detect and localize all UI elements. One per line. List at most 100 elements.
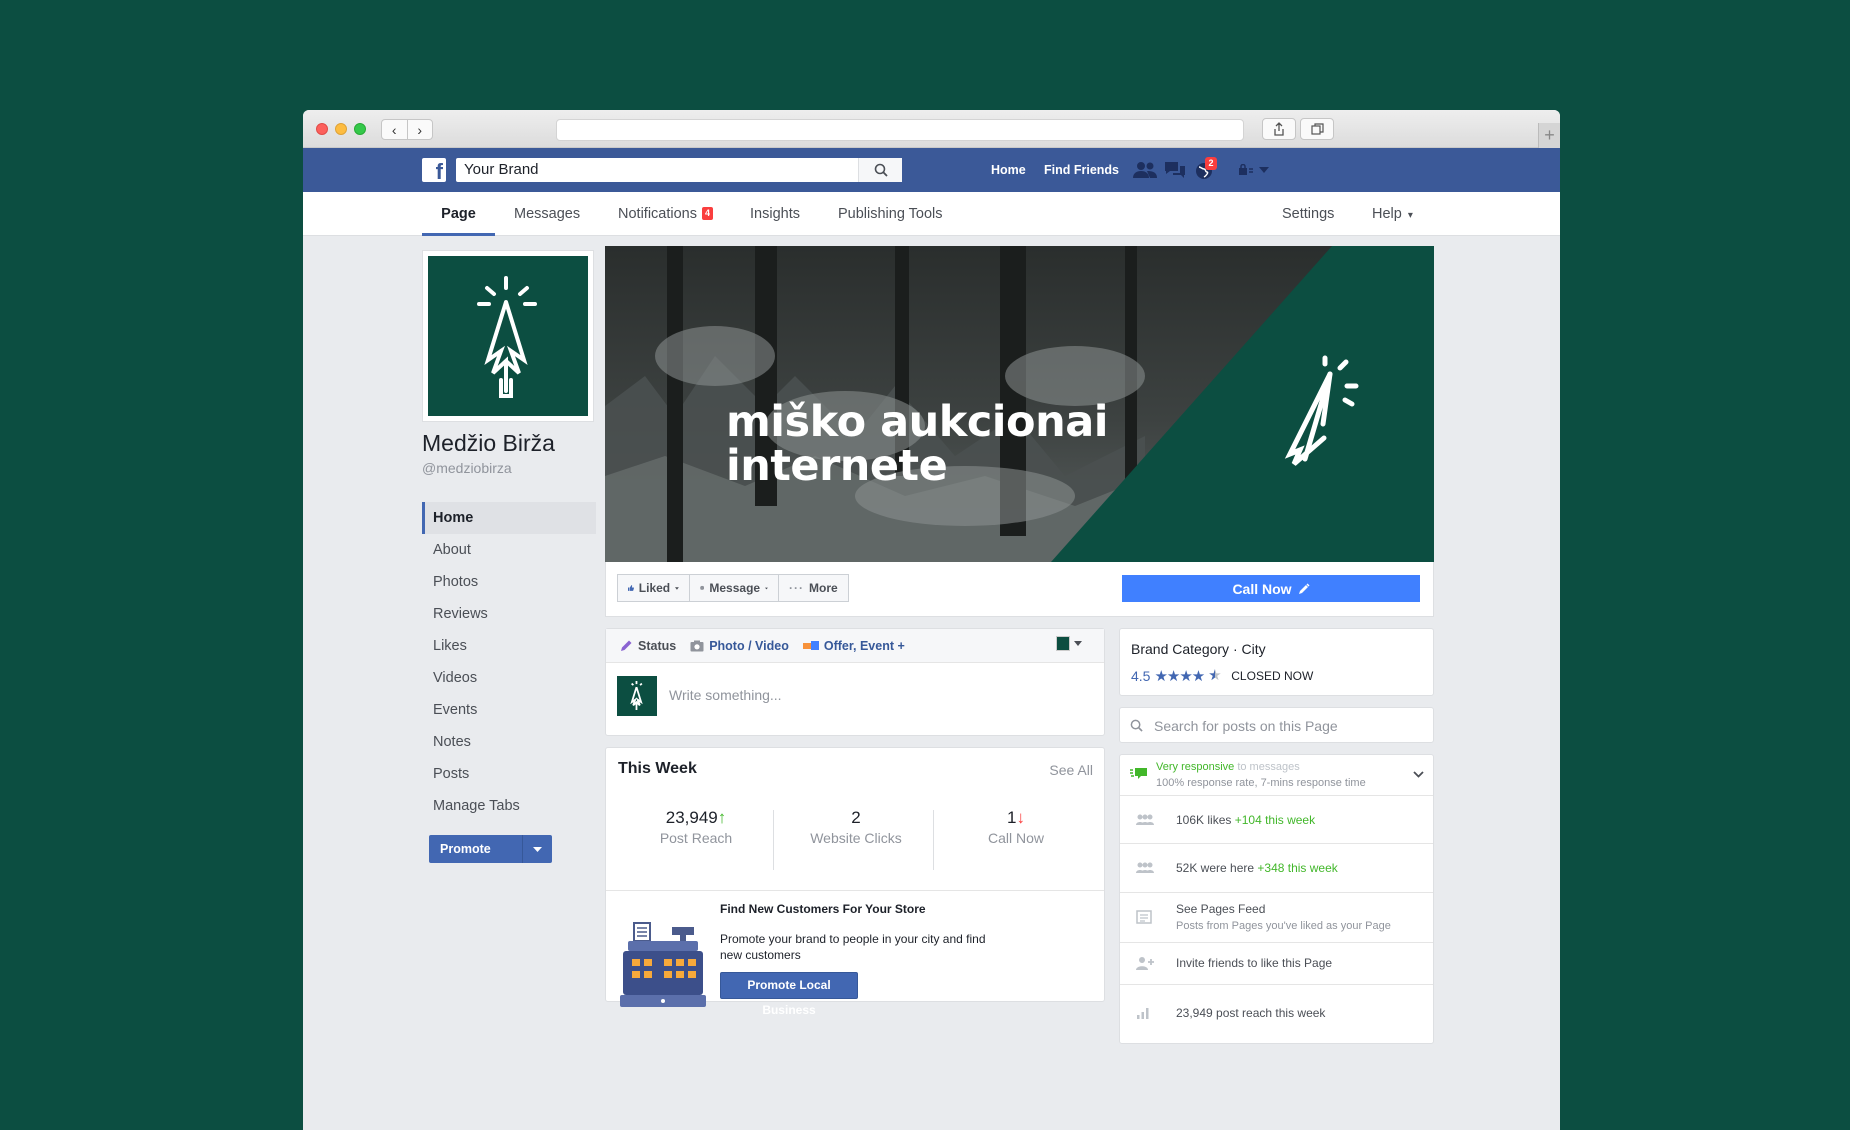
- address-bar[interactable]: [556, 119, 1244, 141]
- stat-divider: [933, 810, 934, 870]
- left-nav-reviews[interactable]: Reviews: [422, 598, 596, 630]
- facebook-topbar: f Your Brand Home Find Friends 2: [303, 148, 1560, 192]
- checkins-row[interactable]: 52K were here +348 this week: [1120, 843, 1433, 892]
- composer-status-label: Status: [638, 638, 677, 653]
- add-friend-icon: [1136, 957, 1154, 970]
- share-icon: [1274, 122, 1284, 136]
- city: City: [1241, 641, 1266, 657]
- left-nav-about[interactable]: About: [422, 534, 596, 566]
- promo-section: Find New Customers For Your Store Promot…: [606, 890, 1104, 1017]
- composer-photo-video-tab[interactable]: Photo / Video: [690, 639, 789, 653]
- tab-notifications[interactable]: Notifications 4: [618, 192, 714, 236]
- tab-help[interactable]: Help ▾: [1372, 192, 1413, 236]
- chevron-down-icon[interactable]: [1413, 771, 1424, 778]
- composer-photo-video-label: Photo / Video: [709, 638, 789, 653]
- likes-delta: +104 this week: [1234, 813, 1316, 827]
- tab-page[interactable]: Page: [422, 192, 495, 236]
- page-post-search[interactable]: Search for posts on this Page: [1119, 707, 1434, 743]
- composer-input[interactable]: Write something...: [669, 687, 782, 703]
- left-nav-notes[interactable]: Notes: [422, 726, 596, 758]
- separator-dot: ·: [1232, 641, 1238, 657]
- privacy-shortcuts-icon[interactable]: [1238, 164, 1254, 176]
- thumbs-up-icon: [628, 585, 634, 591]
- call-now-button[interactable]: Call Now: [1122, 575, 1420, 602]
- minimize-window-button[interactable]: [335, 123, 347, 135]
- people-icon: [1136, 814, 1154, 825]
- pages-feed-title: See Pages Feed: [1176, 902, 1266, 916]
- more-button[interactable]: ··· More: [778, 574, 849, 602]
- people-icon: [1136, 862, 1154, 873]
- liked-button[interactable]: Liked: [617, 574, 690, 602]
- stat-post-reach[interactable]: 23,949↑ Post Reach: [616, 808, 776, 846]
- cover-action-bar: Liked Message ··· More Call Now: [605, 562, 1434, 617]
- promote-button[interactable]: Promote: [429, 835, 552, 863]
- tab-insights[interactable]: Insights: [750, 192, 800, 236]
- caret-down-icon: [1074, 641, 1082, 646]
- tab-settings[interactable]: Settings: [1282, 192, 1334, 236]
- message-button[interactable]: Message: [689, 574, 779, 602]
- rating-line[interactable]: 4.5 ★★★★ ★ ★ CLOSED NOW: [1131, 667, 1313, 685]
- nav-home-link[interactable]: Home: [991, 148, 1026, 192]
- checkins-count: 52K were here: [1176, 861, 1255, 875]
- left-nav-home[interactable]: Home: [422, 502, 596, 534]
- responsive-label: Very responsive: [1156, 761, 1235, 773]
- post-as-selector[interactable]: [1056, 636, 1082, 651]
- left-nav-likes[interactable]: Likes: [422, 630, 596, 662]
- notifications-tab-badge: 4: [702, 207, 714, 220]
- messages-icon[interactable]: [1164, 161, 1186, 179]
- account-menu-chevron-down-icon[interactable]: [1259, 167, 1269, 173]
- likes-count: 106K likes: [1176, 813, 1232, 827]
- left-nav-events[interactable]: Events: [422, 694, 596, 726]
- brand-tree-cursor-icon: [477, 275, 537, 398]
- facebook-logo-icon[interactable]: f: [422, 158, 446, 182]
- new-tab-icon[interactable]: +: [1538, 123, 1560, 148]
- stat-website-clicks-value: 2: [851, 808, 861, 827]
- tab-messages[interactable]: Messages: [514, 192, 580, 236]
- trend-up-arrow-icon: ↑: [717, 808, 727, 827]
- trend-down-arrow-icon: ↓: [1016, 808, 1025, 827]
- stat-website-clicks[interactable]: 2 Website Clicks: [776, 808, 936, 846]
- composer-status-tab[interactable]: Status: [620, 639, 676, 653]
- responsiveness-row[interactable]: Very responsive to messages 100% respons…: [1120, 755, 1433, 795]
- brand-tree-cursor-icon: [630, 681, 643, 710]
- pages-feed-row[interactable]: See Pages Feed Posts from Pages you've l…: [1120, 892, 1433, 942]
- tab-publishing-tools[interactable]: Publishing Tools: [838, 192, 943, 236]
- stat-call-now[interactable]: 1↓ Call Now: [936, 808, 1096, 846]
- edit-pencil-icon[interactable]: [1298, 582, 1310, 595]
- messenger-icon: [700, 585, 705, 590]
- page-handle[interactable]: @medziobirza: [422, 460, 512, 476]
- search-input[interactable]: Your Brand: [456, 158, 902, 182]
- promote-local-business-button[interactable]: Promote Local Business: [720, 972, 858, 1017]
- left-nav-videos[interactable]: Videos: [422, 662, 596, 694]
- composer-offer-event-tab[interactable]: Offer, Event +: [802, 639, 905, 653]
- profile-picture[interactable]: [422, 250, 594, 422]
- more-label: More: [809, 581, 838, 595]
- tabs-button[interactable]: [1300, 118, 1334, 140]
- likes-text: 106K likes +104 this week: [1176, 813, 1315, 827]
- invite-friends-row[interactable]: Invite friends to like this Page: [1120, 942, 1433, 984]
- cash-register-icon: [620, 922, 706, 1007]
- back-icon[interactable]: ‹: [382, 120, 407, 139]
- see-all-link[interactable]: See All: [1049, 762, 1093, 778]
- responsive-chat-icon: [1130, 768, 1147, 779]
- share-button[interactable]: [1262, 118, 1296, 140]
- message-label: Message: [709, 581, 761, 595]
- forward-icon[interactable]: ›: [406, 120, 433, 139]
- page-name: Medžio Birža: [422, 430, 555, 456]
- close-window-button[interactable]: [316, 123, 328, 135]
- checkins-delta: +348 this week: [1257, 861, 1338, 875]
- category-line[interactable]: Brand Category · City: [1131, 641, 1266, 657]
- friend-requests-icon[interactable]: [1133, 161, 1157, 179]
- left-nav-posts[interactable]: Posts: [422, 758, 596, 790]
- open-status: CLOSED NOW: [1231, 669, 1314, 683]
- likes-row[interactable]: 106K likes +104 this week: [1120, 795, 1433, 843]
- left-nav-manage-tabs[interactable]: Manage Tabs: [422, 790, 596, 822]
- page-info-card: Brand Category · City 4.5 ★★★★ ★ ★ CLOSE…: [1119, 628, 1434, 696]
- search-button[interactable]: [858, 158, 902, 182]
- post-reach-row[interactable]: 23,949 post reach this week: [1120, 984, 1433, 1044]
- nav-find-friends-link[interactable]: Find Friends: [1044, 148, 1119, 192]
- zoom-window-button[interactable]: [354, 123, 366, 135]
- promote-dropdown-chevron-icon[interactable]: [522, 835, 552, 863]
- post-composer: Status Photo / Video Offer, Event + Writ…: [605, 628, 1105, 736]
- left-nav-photos[interactable]: Photos: [422, 566, 596, 598]
